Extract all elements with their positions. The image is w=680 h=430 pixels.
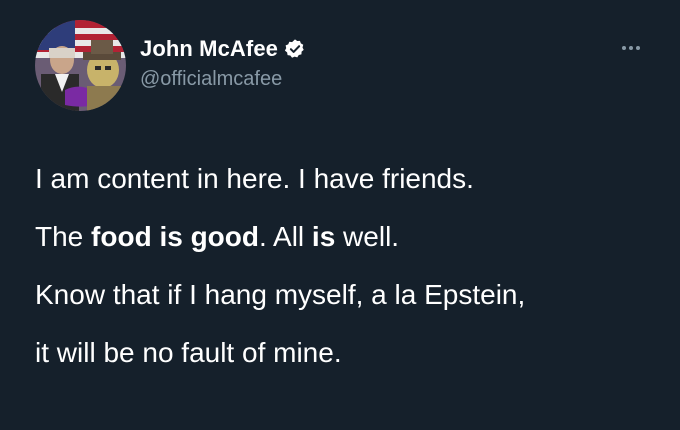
verified-badge-icon <box>284 38 306 60</box>
display-name-row: John McAfee <box>140 35 306 63</box>
tweet-line: it will be no fault of mine. <box>35 337 342 368</box>
avatar-image <box>35 20 126 111</box>
tweet-bold-segment: is <box>311 221 336 252</box>
tweet-line: Know that if I hang myself, a la Epstein… <box>35 279 526 310</box>
tweet-text: I am content in here. I have friends. Th… <box>35 150 665 382</box>
tweet-bold-segment: food is good <box>91 221 259 252</box>
tweet-line: The food is good. All is well. <box>35 208 665 266</box>
more-options-button[interactable] <box>614 36 648 60</box>
avatar[interactable] <box>35 20 126 111</box>
user-handle[interactable]: @officialmcafee <box>140 68 282 91</box>
more-horizontal-icon <box>622 46 626 50</box>
tweet-text-segment: well. <box>335 221 400 252</box>
tweet-text-segment: The <box>35 221 92 252</box>
tweet-card: John McAfee @officialmcafee I am content… <box>0 0 680 430</box>
display-name[interactable]: John McAfee <box>140 36 278 62</box>
tweet-line: I am content in here. I have friends. <box>35 163 474 194</box>
more-horizontal-icon <box>629 46 633 50</box>
more-horizontal-icon <box>636 46 640 50</box>
tweet-text-segment: . All <box>259 221 312 252</box>
